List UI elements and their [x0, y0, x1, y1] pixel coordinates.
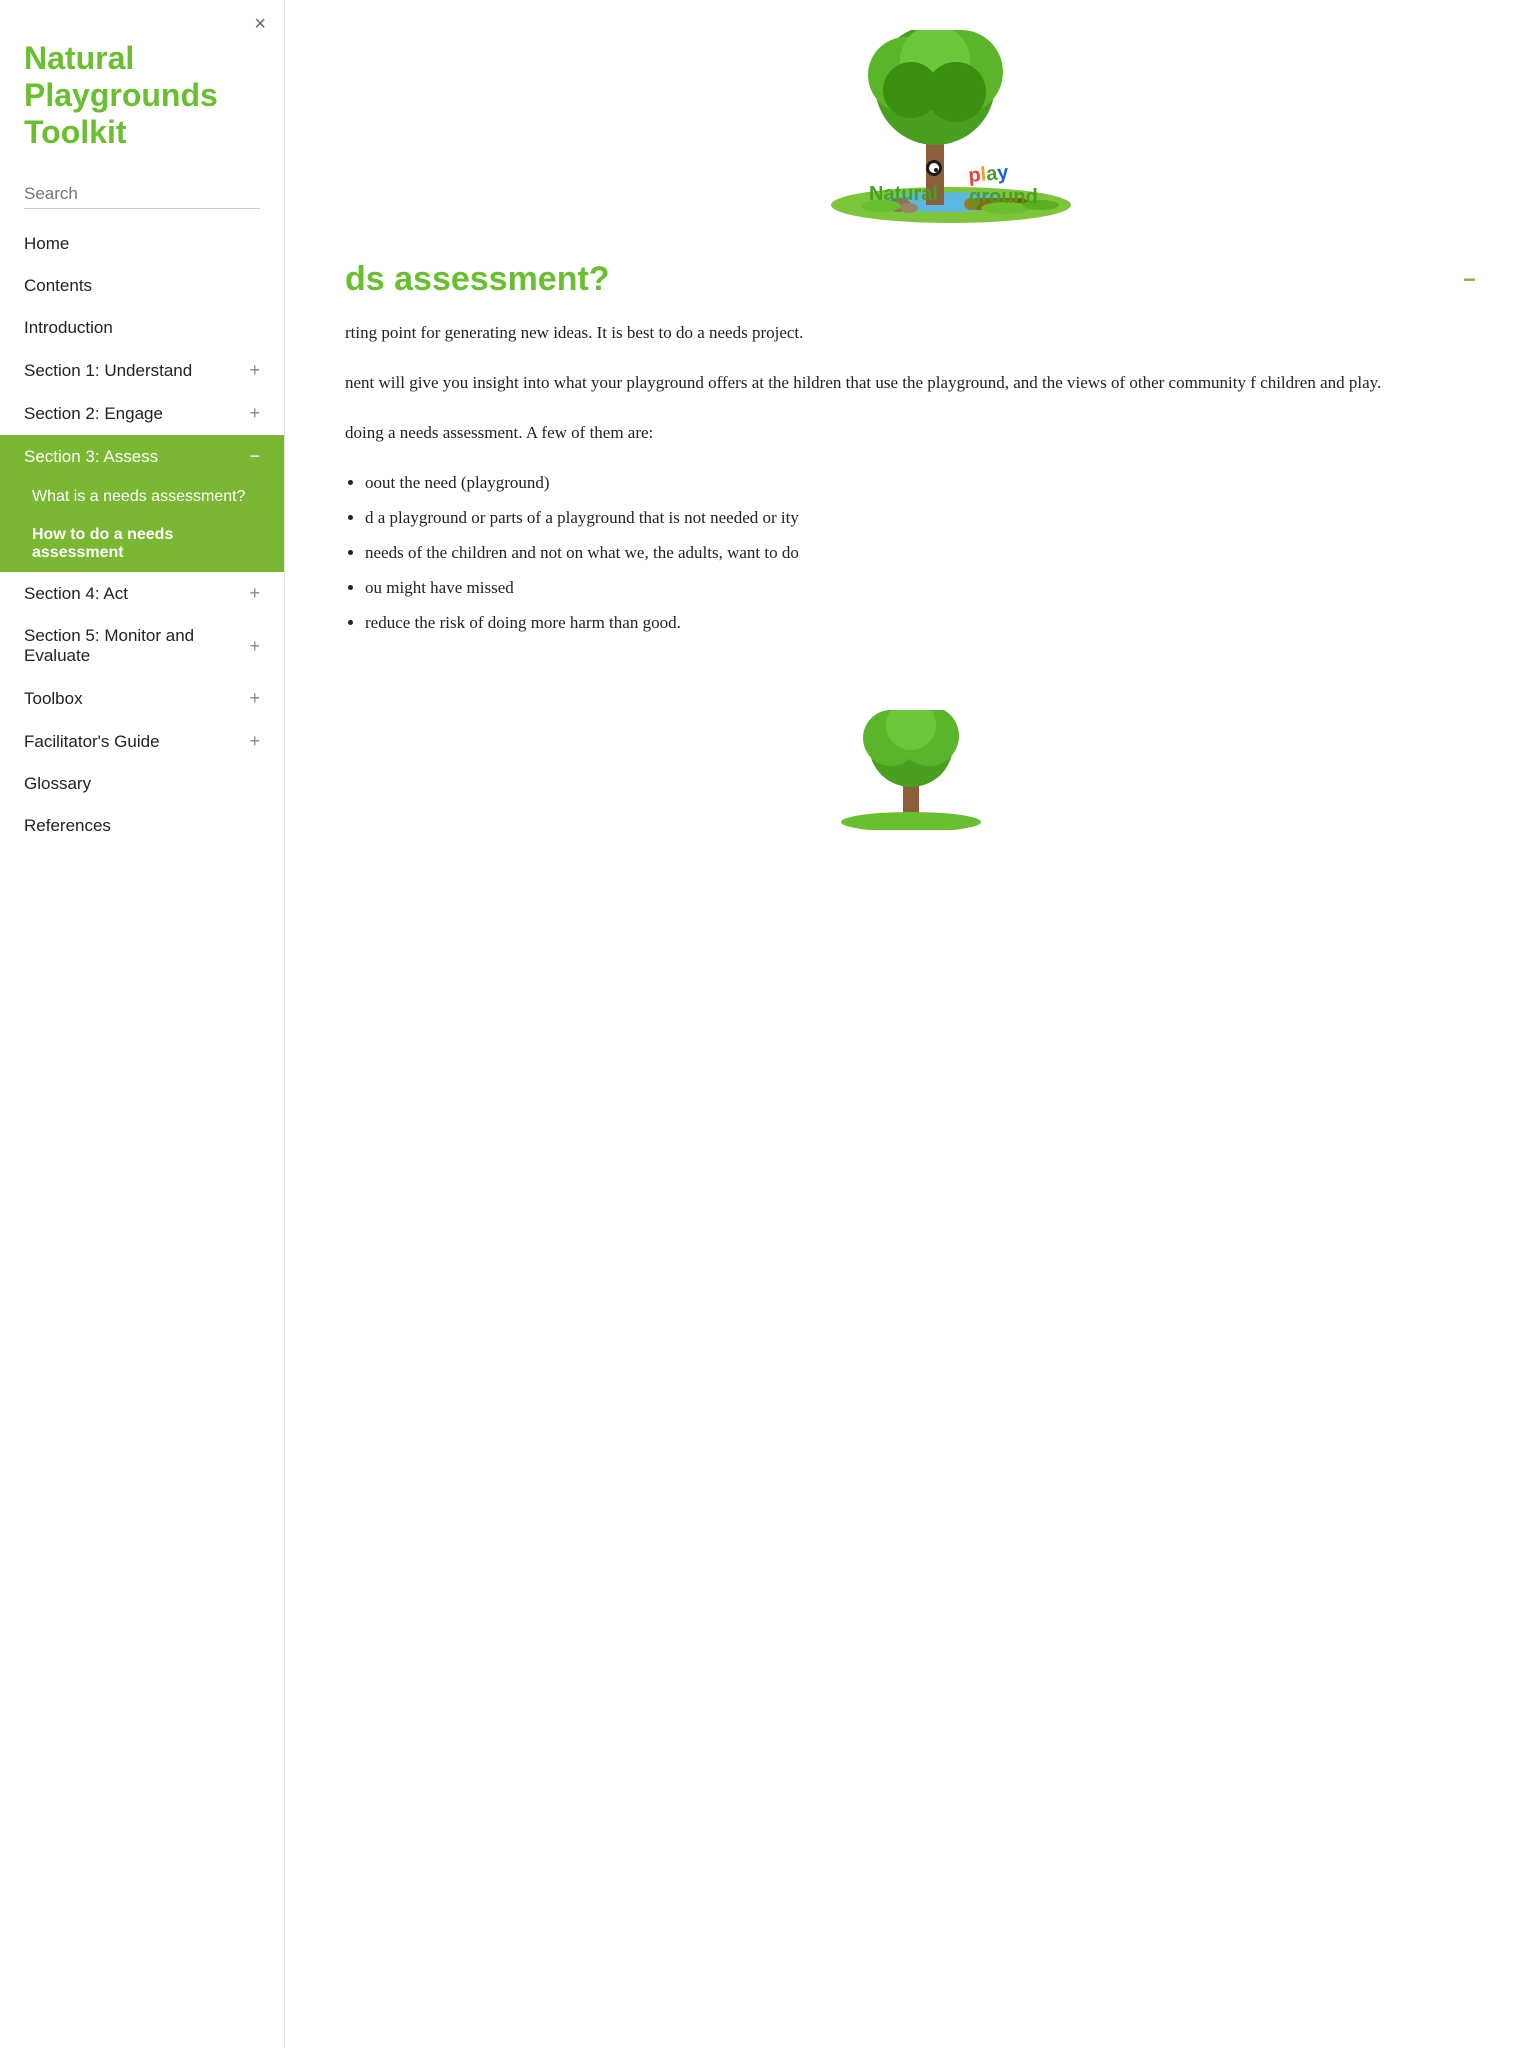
nav-item-references: References [0, 805, 284, 847]
section4-label: Section 4: Act [24, 584, 128, 604]
search-area [0, 170, 284, 223]
nav-item-section2: Section 2: Engage + [0, 392, 284, 435]
home-label: Home [24, 234, 69, 254]
sidebar-item-introduction[interactable]: Introduction [0, 307, 284, 349]
nav-item-section3: Section 3: Assess − What is a needs asse… [0, 435, 284, 572]
toolbox-label: Toolbox [24, 689, 83, 709]
content-paragraph-2: nent will give you insight into what you… [345, 369, 1476, 397]
facilitators-expand-icon: + [249, 731, 260, 752]
collapse-icon[interactable]: − [1463, 269, 1476, 291]
sidebar: × Natural Playgrounds Toolkit Home Conte… [0, 0, 285, 2048]
svg-text:play: play [967, 161, 1010, 186]
section1-label: Section 1: Understand [24, 361, 192, 381]
section3-sub-list: What is a needs assessment? How to do a … [0, 478, 284, 572]
section5-label: Section 5: Monitor and Evaluate [24, 626, 249, 666]
section3-expand-icon: − [249, 446, 260, 467]
toolbox-expand-icon: + [249, 688, 260, 709]
section2-label: Section 2: Engage [24, 404, 163, 424]
section1-expand-icon: + [249, 360, 260, 381]
nav-item-section5: Section 5: Monitor and Evaluate + [0, 615, 284, 677]
nav-item-section4: Section 4: Act + [0, 572, 284, 615]
nav-item-glossary: Glossary [0, 763, 284, 805]
nav-item-contents: Contents [0, 265, 284, 307]
sidebar-item-glossary[interactable]: Glossary [0, 763, 284, 805]
sidebar-item-facilitators[interactable]: Facilitator's Guide + [0, 720, 284, 763]
list-item: ou might have missed [365, 574, 1476, 603]
app-title: Natural Playgrounds Toolkit [0, 0, 284, 170]
nav-item-home: Home [0, 223, 284, 265]
section3-label: Section 3: Assess [24, 447, 158, 467]
list-item: oout the need (playground) [365, 469, 1476, 498]
sidebar-item-section5[interactable]: Section 5: Monitor and Evaluate + [0, 615, 284, 677]
facilitators-label: Facilitator's Guide [24, 732, 160, 752]
references-label: References [24, 816, 111, 836]
close-button[interactable]: × [254, 14, 266, 34]
introduction-label: Introduction [24, 318, 113, 338]
nav-item-section1: Section 1: Understand + [0, 349, 284, 392]
list-item: needs of the children and not on what we… [365, 539, 1476, 568]
section5-expand-icon: + [249, 636, 260, 657]
content-body: ds assessment? − rting point for generat… [285, 250, 1536, 700]
sidebar-item-section3[interactable]: Section 3: Assess − [0, 435, 284, 478]
content-paragraph-3: doing a needs assessment. A few of them … [345, 419, 1476, 447]
sub-nav-item-what-needs: What is a needs assessment? [0, 478, 284, 516]
logo-image: Natural play ground [751, 30, 1071, 230]
sidebar-item-contents[interactable]: Contents [0, 265, 284, 307]
sidebar-item-toolbox[interactable]: Toolbox + [0, 677, 284, 720]
list-item: reduce the risk of doing more harm than … [365, 609, 1476, 638]
svg-text:ground: ground [969, 186, 1038, 208]
sidebar-item-section4[interactable]: Section 4: Act + [0, 572, 284, 615]
sidebar-item-how-needs[interactable]: How to do a needs assessment [0, 516, 284, 572]
sidebar-item-section2[interactable]: Section 2: Engage + [0, 392, 284, 435]
main-content: Natural play ground ds assessment? − rti… [285, 0, 1536, 2048]
section-heading-text: ds assessment? [345, 260, 610, 299]
section2-expand-icon: + [249, 403, 260, 424]
section-heading: ds assessment? − [345, 260, 1476, 299]
what-needs-label: What is a needs assessment? [32, 488, 245, 505]
sidebar-item-section1[interactable]: Section 1: Understand + [0, 349, 284, 392]
contents-label: Contents [24, 276, 92, 296]
content-paragraph-1: rting point for generating new ideas. It… [345, 319, 1476, 347]
list-item: d a playground or parts of a playground … [365, 504, 1476, 533]
sub-nav-item-how-needs: How to do a needs assessment [0, 516, 284, 572]
search-input[interactable] [24, 180, 260, 209]
sidebar-item-references[interactable]: References [0, 805, 284, 847]
content-list: oout the need (playground) d a playgroun… [365, 469, 1476, 637]
nav-list: Home Contents Introduction Section 1: Un… [0, 223, 284, 847]
nav-item-introduction: Introduction [0, 307, 284, 349]
section4-expand-icon: + [249, 583, 260, 604]
nav-item-facilitators: Facilitator's Guide + [0, 720, 284, 763]
hero-image-area: Natural play ground [285, 0, 1536, 250]
bottom-image-area [285, 700, 1536, 840]
nav-item-toolbox: Toolbox + [0, 677, 284, 720]
sidebar-item-what-needs[interactable]: What is a needs assessment? [0, 478, 284, 516]
glossary-label: Glossary [24, 774, 91, 794]
how-needs-label: How to do a needs assessment [32, 526, 173, 561]
svg-text:Natural: Natural [869, 183, 938, 205]
sidebar-item-home[interactable]: Home [0, 223, 284, 265]
